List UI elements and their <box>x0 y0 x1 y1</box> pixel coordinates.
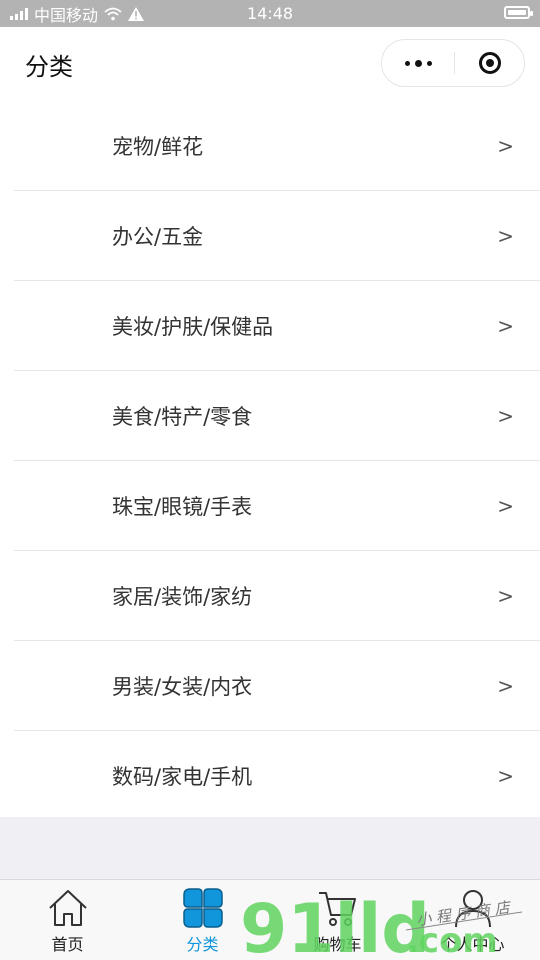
category-row-home-textiles[interactable]: 家居/装饰/家纺 > <box>0 551 540 641</box>
category-row-digital-appliances[interactable]: 数码/家电/手机 > <box>0 731 540 821</box>
more-dots-icon[interactable] <box>382 40 454 86</box>
chevron-right-icon: > <box>497 494 514 518</box>
tab-profile[interactable]: 个人中心 <box>405 880 540 960</box>
chevron-right-icon: > <box>497 314 514 338</box>
cart-icon <box>319 892 356 926</box>
tab-home[interactable]: 首页 <box>0 880 135 960</box>
tab-label: 购物车 <box>313 935 362 954</box>
tab-category[interactable]: 分类 <box>135 880 270 960</box>
close-button[interactable] <box>454 40 526 86</box>
target-close-icon <box>479 52 501 74</box>
category-row-office-hardware[interactable]: 办公/五金 > <box>0 191 540 281</box>
tab-cart[interactable]: 购物车 <box>270 880 405 960</box>
category-label: 家居/装饰/家纺 <box>112 585 253 609</box>
category-label: 美食/特产/零食 <box>112 405 253 429</box>
chevron-right-icon: > <box>497 224 514 248</box>
category-label: 办公/五金 <box>112 225 204 249</box>
chevron-right-icon: > <box>497 764 514 788</box>
category-label: 珠宝/眼镜/手表 <box>112 495 253 519</box>
category-row-apparel[interactable]: 男装/女装/内衣 > <box>0 641 540 731</box>
battery-icon <box>504 6 533 19</box>
status-bar: 中国移动 14:48 <box>0 0 540 27</box>
chevron-right-icon: > <box>497 674 514 698</box>
tab-label: 首页 <box>51 935 84 954</box>
tab-bar: 首页 分类 购物车 个人中心 <box>0 879 540 960</box>
mini-program-capsule <box>381 39 525 87</box>
status-time: 14:48 <box>246 4 294 23</box>
page-title: 分类 <box>25 52 73 81</box>
category-label: 美妆/护肤/保健品 <box>112 315 274 339</box>
category-list: 宠物/鲜花 > 办公/五金 > 美妆/护肤/保健品 > 美食/特产/零食 > 珠… <box>0 101 540 817</box>
category-label: 男装/女装/内衣 <box>112 675 253 699</box>
chevron-right-icon: > <box>497 584 514 608</box>
tab-label: 分类 <box>186 935 219 954</box>
category-label: 数码/家电/手机 <box>112 765 253 789</box>
user-icon <box>455 890 491 928</box>
category-row-beauty-health[interactable]: 美妆/护肤/保健品 > <box>0 281 540 371</box>
category-row-pets-flowers[interactable]: 宠物/鲜花 > <box>0 101 540 191</box>
tab-label: 个人中心 <box>440 935 505 954</box>
nav-bar: 分类 <box>0 27 540 101</box>
category-row-food-snacks[interactable]: 美食/特产/零食 > <box>0 371 540 461</box>
home-icon <box>49 890 87 926</box>
category-icon <box>183 888 223 928</box>
chevron-right-icon: > <box>497 404 514 428</box>
category-label: 宠物/鲜花 <box>112 135 204 159</box>
category-row-jewelry-watches[interactable]: 珠宝/眼镜/手表 > <box>0 461 540 551</box>
chevron-right-icon: > <box>497 134 514 158</box>
